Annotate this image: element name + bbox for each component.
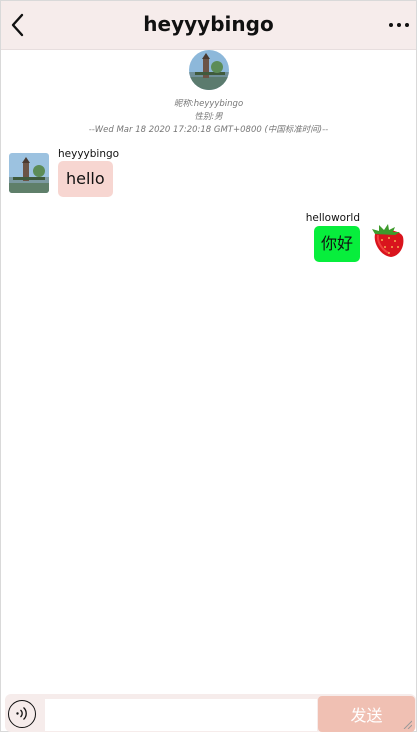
ellipsis-icon (389, 23, 409, 27)
sender-avatar[interactable] (9, 153, 49, 193)
chat-header: heyyybingo (1, 1, 416, 50)
resize-handle-icon[interactable] (402, 719, 412, 729)
profile-gender: 性别:男 (194, 112, 223, 122)
profile-timestamp: --Wed Mar 18 2020 17:20:18 GMT+0800 (中国标… (88, 125, 329, 135)
voice-icon (16, 707, 27, 720)
incoming-message-bubble[interactable]: hello (58, 161, 113, 197)
chat-window: heyyybingo 昵称:heyyybingo 性别:男 --Wed Mar … (0, 0, 417, 732)
message-input[interactable] (45, 699, 317, 731)
avatar-image (189, 50, 229, 90)
send-button[interactable]: 发送 (318, 696, 415, 732)
voice-button[interactable] (8, 700, 36, 728)
profile-avatar[interactable] (189, 50, 229, 90)
my-avatar[interactable] (367, 220, 407, 260)
message-sender-name: helloworld (305, 212, 360, 224)
page-title: heyyybingo (143, 12, 274, 36)
message-input-bar: 发送 (5, 694, 416, 732)
avatar-image (9, 153, 49, 193)
message-sender-name: heyyybingo (58, 148, 120, 160)
strawberry-icon (372, 224, 404, 257)
more-button[interactable] (388, 15, 410, 35)
outgoing-message-bubble[interactable]: 你好 (313, 226, 360, 262)
profile-nickname: 昵称:heyyybingo (173, 99, 244, 109)
